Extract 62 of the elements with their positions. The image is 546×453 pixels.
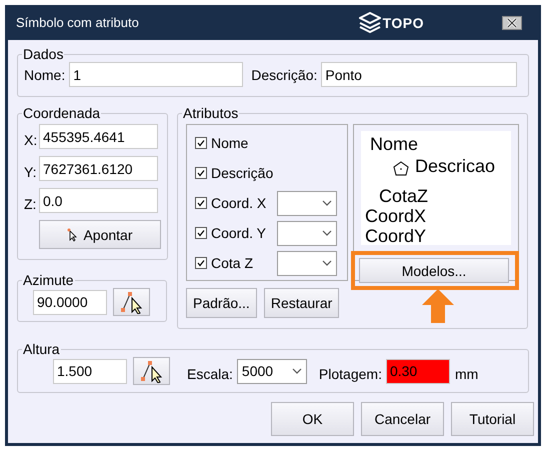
action-button[interactable]: Padrão...: [186, 288, 257, 318]
pick-point-icon: [118, 290, 144, 314]
checkbox-label: Cota Z: [211, 255, 254, 271]
point-symbol-icon: [393, 161, 409, 177]
dialog-button[interactable]: OK: [271, 402, 354, 436]
point-button[interactable]: Apontar: [39, 220, 161, 249]
input-field[interactable]: 90.0000: [33, 290, 107, 314]
action-button[interactable]: Restaurar: [264, 288, 340, 318]
input-field[interactable]: 455395.4641: [39, 124, 158, 149]
input-field[interactable]: Ponto: [321, 62, 518, 87]
pick-button[interactable]: [133, 357, 170, 385]
chevron-icon: [322, 260, 332, 266]
input-field[interactable]: 1.500: [53, 358, 127, 384]
preview-label: CoordY: [365, 225, 426, 245]
pick-button[interactable]: [113, 288, 150, 316]
dropdown[interactable]: [277, 250, 337, 276]
checkbox-label: Descrição: [211, 165, 274, 181]
group-label: Azimute: [22, 272, 75, 288]
group-label: Altura: [22, 341, 61, 357]
input-field[interactable]: 1: [69, 62, 244, 87]
checkbox[interactable]: [195, 197, 207, 209]
unit-label: mm: [454, 366, 478, 382]
layers-icon: [358, 12, 381, 34]
chevron-icon: [292, 368, 302, 374]
chevron-icon: [322, 200, 332, 206]
field-label: X:: [24, 130, 37, 148]
dropdown[interactable]: 5000: [236, 358, 307, 384]
field-label: Descrição:: [251, 66, 318, 82]
group-label: Coordenada: [22, 105, 102, 121]
preview-label: CoordX: [365, 205, 426, 227]
close-icon: [506, 18, 518, 28]
input-field[interactable]: 0.0: [39, 188, 158, 213]
cursor-icon: [67, 228, 80, 242]
close-button[interactable]: [502, 16, 522, 30]
input-field[interactable]: 7627361.6120: [39, 156, 158, 181]
preview-label: Descricao: [415, 155, 496, 177]
preview-label: Nome: [370, 133, 418, 155]
chevron-icon: [322, 230, 332, 236]
dropdown[interactable]: [277, 220, 337, 246]
checkbox-label: Coord. X: [211, 195, 268, 211]
group-label: Dados: [22, 46, 64, 62]
field-label: Plotagem:: [318, 366, 382, 382]
pick-point-icon: [138, 359, 164, 383]
logo-text: TOPO: [382, 14, 424, 30]
field-label: Z:: [24, 194, 37, 212]
field-label: Escala:: [187, 366, 233, 382]
group-label: Atributos: [182, 105, 240, 121]
checkbox[interactable]: [195, 257, 207, 269]
checkbox[interactable]: [195, 227, 207, 239]
field-label: Nome:: [24, 66, 66, 82]
dialog-button[interactable]: Cancelar: [361, 402, 444, 436]
dropdown[interactable]: [277, 190, 337, 216]
models-button[interactable]: Modelos...: [359, 258, 509, 283]
checkbox-label: Coord. Y: [211, 225, 267, 241]
checkbox[interactable]: [195, 167, 207, 179]
dialog-button[interactable]: Tutorial: [451, 402, 534, 436]
preview-label: CotaZ: [379, 185, 428, 207]
field-label: Y:: [24, 162, 37, 180]
input-field[interactable]: 0.30: [386, 358, 450, 384]
window-title: Símbolo com atributo: [16, 15, 140, 30]
checkbox-label: Nome: [211, 135, 250, 151]
checkbox[interactable]: [195, 137, 207, 149]
